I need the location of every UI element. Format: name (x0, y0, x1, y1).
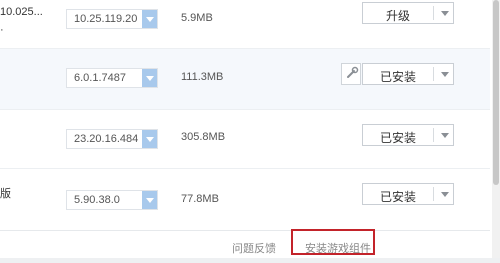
game-row: 23.20.16.484 305.8MB 已安装 (0, 110, 490, 169)
version-select[interactable]: 6.0.1.7487 (66, 68, 158, 88)
chevron-down-icon[interactable] (142, 130, 157, 148)
version-value: 6.0.1.7487 (74, 72, 126, 84)
version-select[interactable]: 10.25.119.20 (66, 9, 158, 29)
file-size: 305.8MB (181, 131, 226, 143)
file-size: 77.8MB (181, 193, 219, 205)
file-size: 111.3MB (181, 71, 224, 83)
upgrade-button[interactable]: 升级 (362, 2, 454, 24)
chevron-down-icon[interactable] (142, 69, 157, 87)
button-divider (433, 128, 434, 142)
vertical-scrollbar[interactable] (492, 0, 500, 263)
version-value: 10.25.119.20 (74, 13, 138, 25)
caret-down-icon[interactable] (436, 64, 453, 84)
installed-button[interactable]: 已安装 (362, 183, 454, 205)
version-value: 5.90.38.0 (74, 194, 120, 206)
caret-down-icon[interactable] (436, 3, 453, 23)
footer-divider (0, 230, 490, 231)
action-label: 已安装 (379, 131, 416, 145)
button-divider (433, 187, 434, 201)
file-size: 5.9MB (181, 12, 213, 24)
action-label: 升级 (385, 9, 410, 23)
version-select[interactable]: 5.90.38.0 (66, 190, 158, 210)
window-bottom-edge (0, 258, 500, 263)
game-name-fragment: 版 (0, 188, 11, 200)
wrench-icon (347, 66, 359, 78)
game-row: 10.025... · 10.25.119.20 5.9MB 升级 (0, 0, 490, 49)
feedback-link[interactable]: 问题反馈 (232, 240, 276, 256)
version-select[interactable]: 23.20.16.484 (66, 129, 158, 149)
button-divider (433, 6, 434, 20)
button-divider (433, 67, 434, 81)
caret-down-icon[interactable] (436, 184, 453, 204)
installed-button[interactable]: 已安装 (362, 124, 454, 146)
caret-down-icon[interactable] (436, 125, 453, 145)
chevron-down-icon[interactable] (142, 10, 157, 28)
action-label: 已安装 (379, 70, 416, 84)
version-value: 23.20.16.484 (74, 133, 139, 145)
game-name-dot: · (0, 24, 4, 36)
game-row-selected: 6.0.1.7487 111.3MB 已安装 (0, 49, 490, 110)
action-label: 已安装 (379, 190, 416, 204)
wrench-button[interactable] (341, 63, 361, 85)
scrollbar-thumb[interactable] (493, 0, 499, 185)
chevron-down-icon[interactable] (142, 191, 157, 209)
installed-button[interactable]: 已安装 (362, 63, 454, 85)
annotation-highlight-box (291, 229, 375, 255)
game-row: 版 5.90.38.0 77.8MB 已安装 (0, 169, 490, 229)
game-name-fragment: 10.025... (0, 6, 43, 18)
